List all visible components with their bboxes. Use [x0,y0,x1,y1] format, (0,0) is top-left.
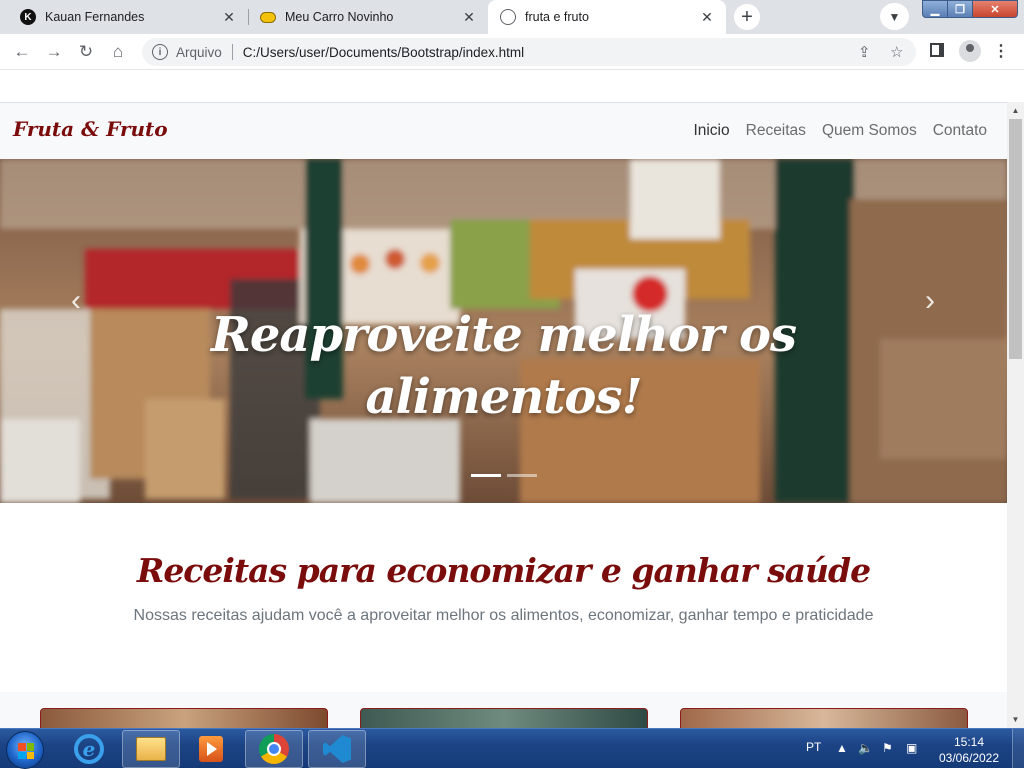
carousel-indicator-2[interactable] [507,474,537,477]
globe-icon [500,9,516,25]
recipe-card-2[interactable] [360,708,648,728]
new-tab-button[interactable]: + [734,4,760,30]
tab-title: fruta e fruto [525,10,589,24]
address-url[interactable]: C:/Users/user/Documents/Bootstrap/index.… [243,45,524,60]
tab-meu-carro-novinho[interactable]: Meu Carro Novinho ✕ [248,0,488,34]
back-arrow-icon[interactable]: ← [8,38,36,66]
forward-arrow-icon[interactable]: → [40,38,68,66]
section-subtitle: Nossas receitas ajudam você a aproveitar… [133,607,874,624]
start-button[interactable] [6,731,44,769]
taskbar-chrome[interactable] [245,730,303,768]
recipe-card-3[interactable] [680,708,968,728]
taskbar-media-player[interactable] [182,730,240,768]
close-icon[interactable]: ✕ [460,8,478,26]
system-clock[interactable]: 15:14 03/06/2022 [936,734,1002,766]
hero-caption: Reaproveite melhor os alimentos! [0,304,1007,428]
k-avatar-icon: K [20,9,36,25]
browser-tab-strip: K Kauan Fernandes ✕ Meu Carro Novinho ✕ … [0,0,1024,34]
scroll-up-arrow-icon[interactable]: ▲ [1007,102,1024,119]
minimize-button[interactable]: ▁ [922,0,948,18]
media-player-icon [199,736,223,762]
address-divider [231,44,233,60]
site-navbar: Fruta & Fruto Inicio Receitas Quem Somos… [0,102,1007,159]
kebab-menu-icon[interactable]: ⋮ [993,40,1009,62]
site-nav-links: Inicio Receitas Quem Somos Contato [693,122,987,140]
network-icon[interactable]: ▣ [906,741,917,755]
address-bar[interactable]: i Arquivo C:/Users/user/Documents/Bootst… [142,38,916,66]
close-icon[interactable]: ✕ [220,8,238,26]
share-icon[interactable]: ⇪ [858,43,871,61]
show-hidden-icons-icon[interactable]: ▲ [836,741,848,755]
reload-icon[interactable]: ↻ [72,38,100,66]
language-indicator[interactable]: PT [806,740,821,754]
internet-explorer-icon: e [74,734,104,764]
taskbar-vscode[interactable] [308,730,366,768]
tab-title: Meu Carro Novinho [285,10,394,24]
bookmark-star-icon[interactable]: ☆ [890,43,903,61]
home-icon[interactable]: ⌂ [104,38,132,66]
scrollbar-thumb[interactable] [1009,119,1022,359]
close-icon[interactable]: ✕ [698,8,716,26]
hero-caption-line-1: Reaproveite melhor os [211,307,797,363]
profile-avatar-icon[interactable] [959,40,981,62]
nav-link-inicio[interactable]: Inicio [693,122,729,140]
info-icon[interactable]: i [152,44,168,60]
taskbar-file-explorer[interactable] [122,730,180,768]
window-close-button[interactable]: ✕ [972,0,1018,18]
nav-link-receitas[interactable]: Receitas [746,122,806,140]
vscode-icon [323,735,351,763]
clock-date: 03/06/2022 [938,751,1000,765]
nav-link-quem-somos[interactable]: Quem Somos [822,122,917,140]
windows-taskbar: e PT ▲ 🔈 ⚑ ▣ 15:14 03/06/2022 [0,728,1024,769]
windows-logo-icon [18,743,34,759]
action-center-flag-icon[interactable]: ⚑ [882,741,893,755]
volume-icon[interactable]: 🔈 [858,741,873,755]
chrome-icon [259,734,289,764]
show-desktop-button[interactable] [1012,729,1024,769]
section-title: Receitas para economizar e ganhar saúde [136,551,871,590]
maximize-button[interactable]: ❐ [947,0,973,18]
tab-title: Kauan Fernandes [45,10,145,24]
taskbar-internet-explorer[interactable]: e [60,730,118,768]
scroll-down-arrow-icon[interactable]: ▼ [1007,711,1024,728]
tab-kauan-fernandes[interactable]: K Kauan Fernandes ✕ [8,0,248,34]
carousel-indicator-1[interactable] [471,474,501,477]
tab-search-button[interactable]: ▼ [880,3,909,30]
recipe-card-1[interactable] [40,708,328,728]
hero-caption-line-2: alimentos! [365,369,642,425]
address-scheme-label: Arquivo [176,44,222,60]
clock-time: 15:14 [953,735,985,749]
site-brand-logo[interactable]: Fruta & Fruto [13,117,168,141]
nav-link-contato[interactable]: Contato [933,122,987,140]
hero-carousel: ‹ › Reaproveite melhor os alimentos! [0,159,1007,503]
page-scrollbar[interactable]: ▲ ▼ [1007,102,1024,728]
page-viewport: Fruta & Fruto Inicio Receitas Quem Somos… [0,102,1007,728]
browser-toolbar: ← → ↻ ⌂ i Arquivo C:/Users/user/Document… [0,34,1024,70]
folder-icon [136,737,166,761]
tab-fruta-e-fruto[interactable]: fruta e fruto ✕ [488,0,726,34]
side-panel-icon[interactable] [930,43,944,57]
car-icon [260,11,276,23]
